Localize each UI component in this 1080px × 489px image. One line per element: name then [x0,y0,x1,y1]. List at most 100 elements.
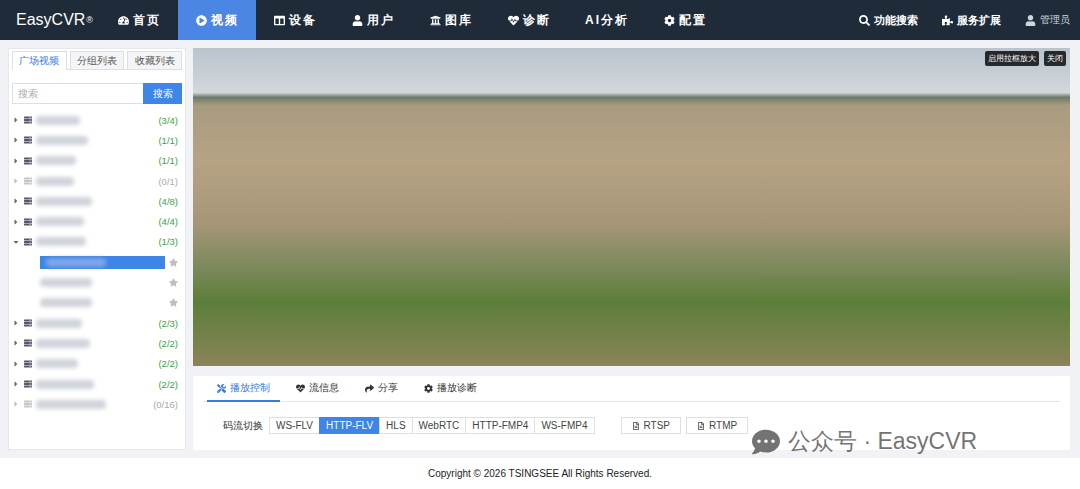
nav-item[interactable]: AI分析 [568,0,646,40]
group-icon [24,136,32,144]
tree-group[interactable]: (4/4) [12,211,182,231]
nav-item[interactable]: 首页 [100,0,178,40]
pulse-icon [296,384,305,393]
gallery-icon [430,15,441,26]
group-count: (2/2) [158,358,178,369]
caret-icon[interactable] [12,360,20,368]
nav-item[interactable]: 视频 [178,0,256,40]
protocol-links: RTSPRTMP [621,417,749,434]
star-icon[interactable] [169,258,178,267]
nav-tool[interactable]: 服务扩展 [930,0,1013,40]
tree-group[interactable]: (0/16) [12,394,182,414]
caret-icon[interactable] [12,157,20,165]
group-count: (2/3) [158,318,178,329]
video-overlay: 启用拉框放大关闭 [985,51,1066,66]
tree-group[interactable]: (3/4) [12,110,182,130]
device-tree: (3/4)(1/1)(1/1)(0/1)(4/8)(4/4)(1/3)(2/3)… [12,110,182,414]
stream-option[interactable]: WebRTC [412,417,467,434]
share-icon [365,384,374,393]
panel-tab[interactable]: 播放控制 [207,376,280,402]
panel-tab[interactable]: 流信息 [286,376,349,402]
tree-group[interactable]: (4/8) [12,191,182,211]
control-panel: 播放控制流信息分享播放诊断码流切换WS-FLVHTTP-FLVHLSWebRTC… [193,376,1070,450]
group-name [36,116,80,125]
search-input[interactable] [12,83,143,104]
group-count: (2/2) [158,338,178,349]
sidebar-tab[interactable]: 收藏列表 [127,51,182,69]
tools-icon [217,384,226,393]
nav-item[interactable]: 设备 [256,0,334,40]
group-icon [24,218,32,226]
nav-item[interactable]: 诊断 [490,0,568,40]
group-icon [24,380,32,388]
tree-group[interactable]: (1/1) [12,130,182,150]
caret-icon[interactable] [12,177,20,185]
footer: Copyright © 2026 TSINGSEE All Rights Res… [0,458,1080,489]
group-name [36,136,88,145]
search-row: 搜索 [12,83,182,104]
nav-tool[interactable]: 功能搜索 [847,0,930,40]
group-icon [24,319,32,327]
wechat-icon [752,428,780,456]
panel-tab[interactable]: 播放诊断 [414,376,487,402]
caret-icon[interactable] [12,380,20,388]
channel-name [40,278,92,287]
caret-icon[interactable] [12,319,20,327]
nav-item[interactable]: 用户 [334,0,412,40]
tree-group[interactable]: (2/3) [12,313,182,333]
tree-group[interactable]: (0/1) [12,171,182,191]
overlay-button[interactable]: 关闭 [1044,51,1066,66]
protocol-button[interactable]: RTMP [686,417,748,434]
caret-icon[interactable] [12,197,20,205]
tree-group[interactable]: (2/2) [12,354,182,374]
caret-icon[interactable] [12,238,20,246]
overlay-button[interactable]: 启用拉框放大 [985,51,1039,66]
panel-tab[interactable]: 分享 [355,376,408,402]
caret-icon[interactable] [12,339,20,347]
tree-group[interactable]: (1/3) [12,232,182,252]
nav-item[interactable]: 配置 [646,0,724,40]
video-frame[interactable]: 启用拉框放大关闭 [193,48,1070,366]
stream-option[interactable]: HTTP-FMP4 [465,417,535,434]
play-icon [196,15,207,26]
sidebar-tab[interactable]: 广场视频 [12,51,67,70]
gear-icon [424,384,433,393]
tree-group[interactable]: (1/1) [12,151,182,171]
pulse-icon [508,15,519,26]
tree-group[interactable]: (2/2) [12,374,182,394]
star-icon[interactable] [169,298,178,307]
logo[interactable]: EasyCVR® [0,0,100,40]
group-icon [24,157,32,165]
tree-channel[interactable] [12,293,182,313]
search-button[interactable]: 搜索 [143,83,182,104]
sidebar: 广场视频分组列表收藏列表搜索(3/4)(1/1)(1/1)(0/1)(4/8)(… [8,48,186,450]
sidebar-tab[interactable]: 分组列表 [70,51,125,69]
caret-icon[interactable] [12,400,20,408]
star-icon[interactable] [169,278,178,287]
stream-option[interactable]: WS-FLV [269,417,320,434]
caret-icon[interactable] [12,136,20,144]
group-count: (2/2) [158,379,178,390]
device-icon [274,15,285,26]
group-name [36,380,94,389]
caret-icon[interactable] [12,218,20,226]
channel-highlight [40,256,165,269]
stream-option[interactable]: WS-FMP4 [534,417,594,434]
group-count: (0/16) [153,399,178,410]
nav-item[interactable]: 图库 [412,0,490,40]
group-name [36,237,86,246]
group-name [36,217,84,226]
tree-group[interactable]: (2/2) [12,333,182,353]
top-bar: EasyCVR®首页视频设备用户图库诊断AI分析配置 功能搜索服务扩展管理员 [0,0,1080,40]
protocol-button[interactable]: RTSP [621,417,682,434]
caret-icon[interactable] [12,116,20,124]
user-menu[interactable]: 管理员 [1013,0,1080,40]
tree-channel[interactable] [12,272,182,292]
group-name [36,339,90,348]
panel-tabs: 播放控制流信息分享播放诊断 [203,376,1060,402]
stream-option[interactable]: HLS [379,417,412,434]
tree-channel[interactable] [12,252,182,272]
channel-name [40,298,92,307]
stream-option[interactable]: HTTP-FLV [319,417,380,434]
group-icon [24,177,32,185]
